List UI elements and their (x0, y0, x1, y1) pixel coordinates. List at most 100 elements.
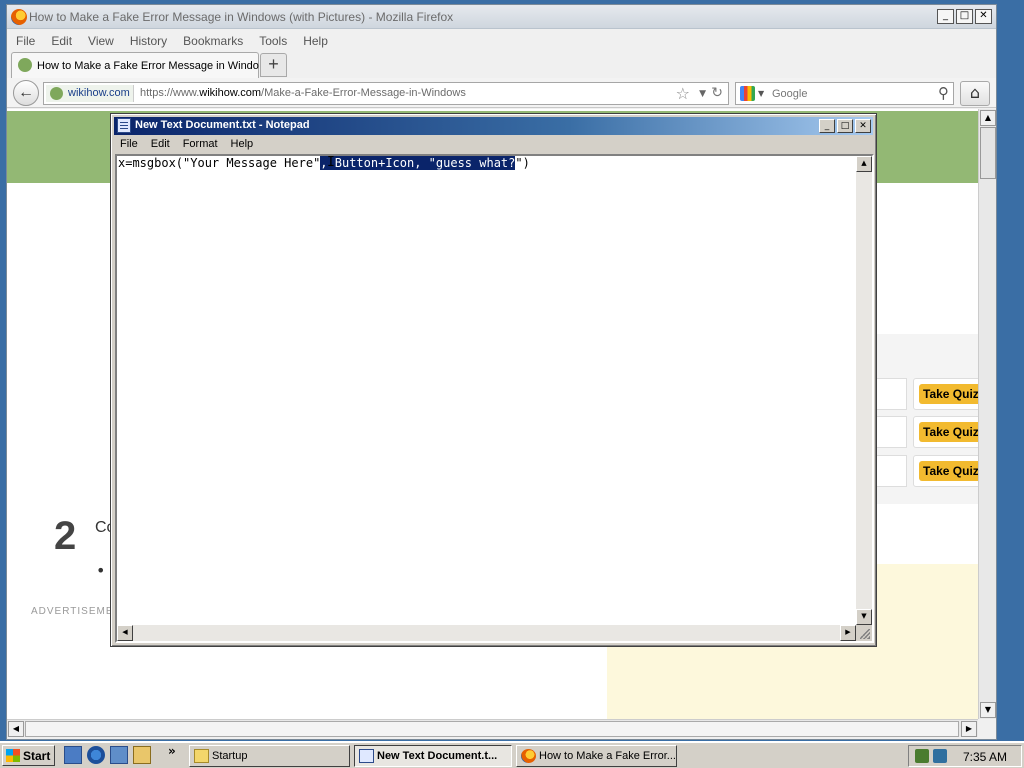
text-before-selection: x=msgbox("Your Message Here" (118, 156, 321, 170)
take-quiz-button[interactable]: Take Quiz (919, 461, 978, 481)
show-desktop-icon[interactable] (64, 746, 82, 764)
quiz-button-frame: Take Quiz (913, 455, 978, 487)
notepad-text-line[interactable]: x=msgbox("Your Message Here", Button+Ico… (118, 156, 530, 171)
quiz-row: Take Quiz (869, 455, 978, 489)
taskbar-button-startup[interactable]: Startup (189, 745, 350, 767)
taskbar-button-label: Startup (212, 750, 248, 762)
notepad-horizontal-scrollbar[interactable]: ◀ ▶ (117, 625, 856, 641)
tray-network-icon[interactable] (933, 749, 947, 763)
close-button[interactable]: ✕ (975, 9, 992, 24)
page-vertical-scrollbar[interactable]: ▲ ▼ (978, 109, 996, 719)
taskbar-button-firefox[interactable]: How to Make a Fake Error... (516, 745, 677, 767)
scroll-right-icon[interactable]: ▶ (961, 721, 977, 737)
resize-grip-icon[interactable] (856, 625, 872, 641)
quiz-row: Take Quiz (869, 378, 978, 412)
bullet-point: • (96, 561, 106, 580)
notepad-menu-format[interactable]: Format (177, 136, 225, 154)
quiz-button-frame: Take Quiz (913, 378, 978, 410)
folder-icon (194, 749, 209, 763)
firefox-window-controls: _ □ ✕ (937, 9, 992, 24)
taskbar-button-label: How to Make a Fake Error... (539, 750, 676, 762)
quiz-row: Take Quiz (869, 416, 978, 450)
notepad-maximize-button[interactable]: □ (837, 119, 853, 133)
navigation-toolbar: ← wikihow.com https://www.wikihow.com/Ma… (7, 78, 996, 108)
take-quiz-button[interactable]: Take Quiz (919, 422, 978, 442)
search-input[interactable]: Google (772, 88, 807, 100)
taskbar-button-notepad[interactable]: New Text Document.t... (354, 745, 512, 767)
notepad-minimize-button[interactable]: _ (819, 119, 835, 133)
taskbar: Start » Startup New Text Document.t... H… (0, 741, 1024, 768)
quiz-button-frame: Take Quiz (913, 416, 978, 448)
url-path: /Make-a-Fake-Error-Message-in-Windows (261, 87, 466, 99)
scroll-left-icon[interactable]: ◀ (8, 721, 24, 737)
taskbar-button-label: New Text Document.t... (377, 750, 498, 762)
notepad-window-title: New Text Document.txt - Notepad (135, 119, 310, 131)
site-favicon-icon (50, 87, 63, 100)
tab-strip: How to Make a Fake Error Message in Wind… (7, 49, 996, 79)
notepad-menu-help[interactable]: Help (225, 136, 261, 154)
start-label: Start (23, 749, 51, 763)
site-identity-label: wikihow.com (68, 87, 130, 99)
horizontal-scroll-thumb[interactable] (25, 721, 959, 737)
minimize-button[interactable]: _ (937, 9, 954, 24)
firefox-window-title: How to Make a Fake Error Message in Wind… (29, 10, 454, 24)
browser-tab[interactable]: How to Make a Fake Error Message in Wind… (11, 52, 259, 78)
notepad-vertical-scrollbar[interactable]: ▲ ▼ (856, 156, 872, 625)
firefox-taskbar-icon (521, 749, 536, 763)
tray-app-icon[interactable] (915, 749, 929, 763)
url-text[interactable]: https://www.wikihow.com/Make-a-Fake-Erro… (140, 87, 466, 99)
home-icon: ⌂ (969, 83, 981, 102)
maximize-button[interactable]: □ (956, 9, 973, 24)
text-selection: , Button+Icon, "guess what? (320, 156, 516, 170)
vertical-scroll-thumb[interactable] (980, 127, 996, 179)
network-icon[interactable] (110, 746, 128, 764)
firefox-titlebar[interactable]: How to Make a Fake Error Message in Wind… (7, 5, 996, 29)
url-prefix: https://www. (140, 87, 200, 99)
reload-icon[interactable]: ↻ (711, 85, 723, 101)
internet-explorer-icon[interactable] (87, 746, 105, 764)
url-domain: wikihow.com (199, 87, 262, 99)
notepad-text-area[interactable]: x=msgbox("Your Message Here", Button+Ico… (115, 154, 874, 643)
notepad-menubar: File Edit Format Help (114, 136, 260, 154)
notepad-menu-edit[interactable]: Edit (145, 136, 177, 154)
text-after-selection: ") (515, 156, 530, 170)
firefox-logo-icon (11, 9, 27, 25)
notepad-titlebar[interactable]: New Text Document.txt - Notepad _ □ ✕ (114, 117, 873, 135)
search-files-icon[interactable] (133, 746, 151, 764)
notepad-taskbar-icon (359, 749, 374, 763)
notepad-scroll-up-icon[interactable]: ▲ (856, 156, 872, 172)
scroll-down-icon[interactable]: ▼ (980, 702, 996, 718)
notepad-menu-file[interactable]: File (114, 136, 145, 154)
url-bar[interactable]: wikihow.com https://www.wikihow.com/Make… (43, 82, 729, 105)
notepad-scroll-left-icon[interactable]: ◀ (117, 625, 133, 641)
back-button[interactable]: ← (13, 80, 39, 106)
search-icon[interactable]: ⚲ (938, 84, 949, 102)
home-button[interactable]: ⌂ (960, 81, 990, 106)
site-identity-button[interactable]: wikihow.com (46, 85, 134, 102)
step-number: 2 (54, 514, 77, 558)
quick-launch-more-icon[interactable]: » (168, 744, 176, 758)
google-engine-icon[interactable] (740, 86, 755, 101)
wikihow-favicon-icon (18, 58, 32, 72)
back-arrow-icon: ← (18, 84, 34, 101)
notepad-window-controls: _ □ ✕ (819, 119, 871, 133)
clock[interactable]: 7:35 AM (963, 750, 1007, 764)
notepad-close-button[interactable]: ✕ (855, 119, 871, 133)
page-horizontal-scrollbar[interactable]: ◀ ▶ (7, 719, 978, 737)
engine-dropdown-icon[interactable]: ▼ (758, 89, 764, 98)
notepad-scroll-right-icon[interactable]: ▶ (840, 625, 856, 641)
windows-logo-icon (6, 749, 20, 762)
history-dropdown-icon[interactable]: ▼ (699, 89, 706, 99)
take-quiz-button[interactable]: Take Quiz (919, 384, 978, 404)
search-bar[interactable]: ▼ Google ⚲ (735, 82, 954, 105)
start-button[interactable]: Start (2, 745, 55, 766)
text-cursor-icon: I (327, 155, 335, 170)
tab-title: How to Make a Fake Error Message in Wind… (37, 60, 259, 72)
quick-launch (64, 746, 151, 764)
notepad-scroll-down-icon[interactable]: ▼ (856, 609, 872, 625)
bookmark-star-icon[interactable]: ☆ (676, 84, 690, 103)
new-tab-button[interactable]: + (260, 53, 287, 77)
notepad-window: New Text Document.txt - Notepad _ □ ✕ Fi… (110, 113, 877, 647)
scroll-up-icon[interactable]: ▲ (980, 110, 996, 126)
notepad-icon[interactable] (117, 118, 131, 133)
